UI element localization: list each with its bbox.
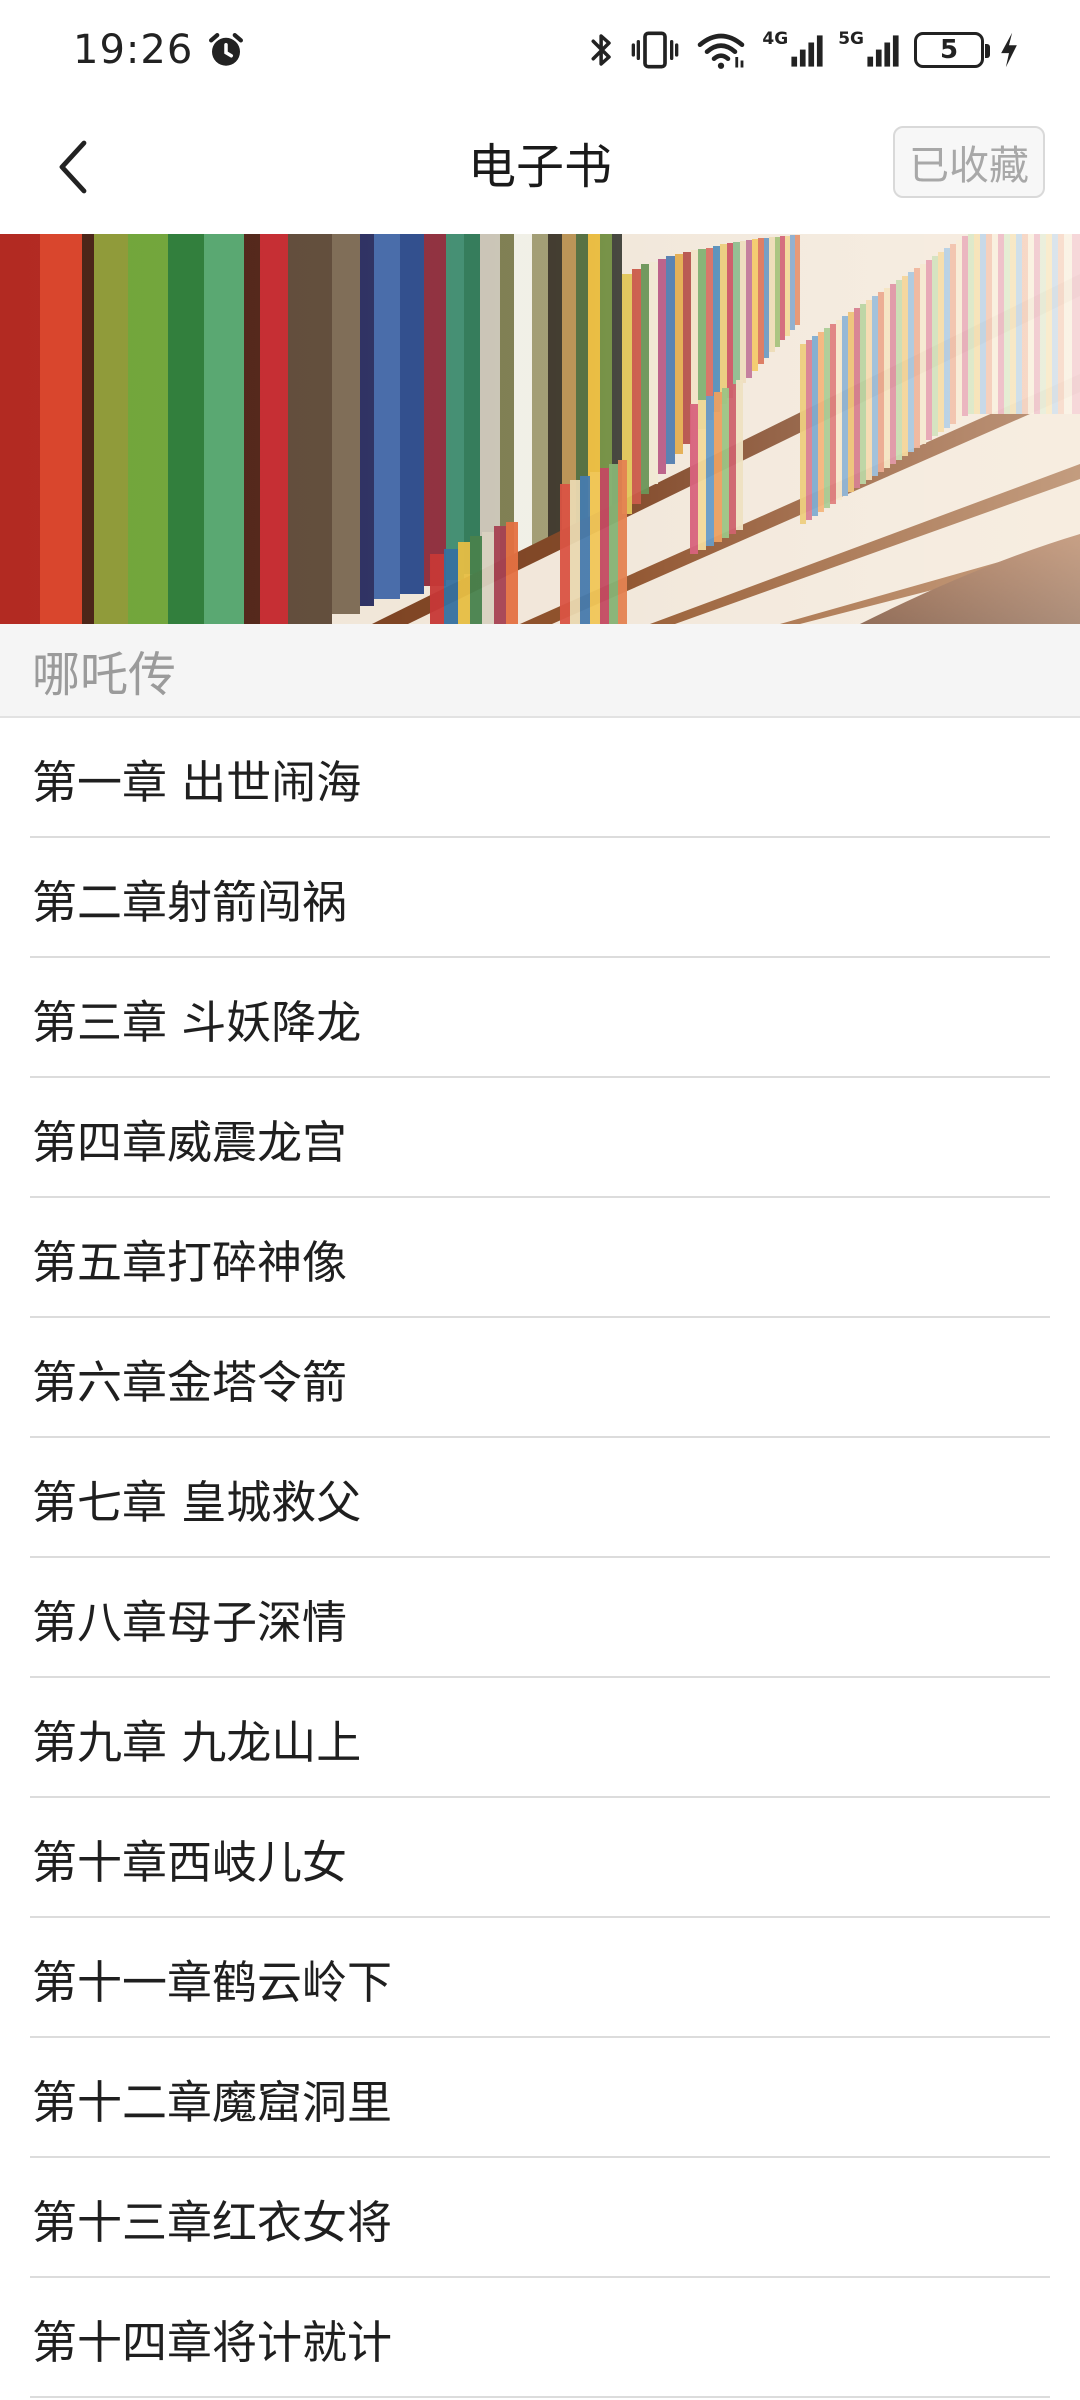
status-right: 4G 5G 5: [588, 29, 1020, 71]
signal-5g-label: 5G: [838, 29, 864, 49]
chapter-item[interactable]: 第十一章鹤云岭下: [0, 1918, 1080, 2038]
chapter-label: 第六章金塔令箭: [32, 1355, 348, 1409]
chapter-label: 第十一章鹤云岭下: [32, 1955, 393, 2009]
chapter-label: 第八章母子深情: [32, 1595, 348, 1649]
chapter-label: 第三章 斗妖降龙: [32, 995, 362, 1049]
alarm-clock-icon: [209, 33, 244, 66]
collected-button[interactable]: 已收藏: [893, 126, 1045, 198]
chapter-label: 第十二章魔窟洞里: [32, 2075, 393, 2129]
signal-bars-5g: [867, 35, 899, 67]
chapter-item[interactable]: 第六章金塔令箭: [0, 1318, 1080, 1438]
signal-5g-icon: 5G: [838, 29, 900, 71]
chapter-item[interactable]: 第七章 皇城救父: [0, 1438, 1080, 1558]
chapter-item[interactable]: 第八章母子深情: [0, 1558, 1080, 1678]
chapter-item[interactable]: 第一章 出世闹海: [0, 718, 1080, 838]
ebook-screen: 19:26 4G 5G 5 电子书 已收藏 哪吒传 第一章 出世闹海 第二章射箭…: [0, 0, 1080, 2400]
chapter-label: 第十三章红衣女将: [32, 2195, 393, 2249]
chapter-label: 第九章 九龙山上: [32, 1715, 362, 1769]
chapter-item[interactable]: 第三章 斗妖降龙: [0, 958, 1080, 1078]
wifi-icon: [698, 33, 745, 69]
book-title-section: 哪吒传: [0, 624, 1080, 718]
chapter-item[interactable]: 第四章威震龙宫: [0, 1078, 1080, 1198]
signal-bars-4g: [791, 35, 823, 67]
chevron-left-icon: [59, 140, 87, 194]
back-button[interactable]: [30, 122, 120, 212]
chapter-item[interactable]: 第十三章红衣女将: [0, 2158, 1080, 2278]
chapter-item[interactable]: 第二章射箭闯祸: [0, 838, 1080, 958]
battery-icon: 5: [914, 32, 990, 68]
nav-bar: 电子书 已收藏: [0, 100, 1080, 234]
status-left: 19:26: [73, 27, 247, 73]
chapter-item[interactable]: 第五章打碎神像: [0, 1198, 1080, 1318]
chapter-list: 第一章 出世闹海 第二章射箭闯祸 第三章 斗妖降龙 第四章威震龙宫 第五章打碎神…: [0, 718, 1080, 2398]
battery-level: 5: [939, 35, 959, 65]
chapter-item[interactable]: 第十二章魔窟洞里: [0, 2038, 1080, 2158]
bluetooth-icon: [591, 34, 612, 66]
library-bookshelf-image: [0, 234, 1080, 624]
chapter-label: 第十四章将计就计: [32, 2315, 393, 2369]
chapter-label: 第四章威震龙宫: [32, 1115, 348, 1169]
status-time: 19:26: [73, 27, 194, 73]
chapter-item[interactable]: 第十章西岐儿女: [0, 1798, 1080, 1918]
chapter-label: 第一章 出世闹海: [32, 755, 362, 809]
status-bar: 19:26 4G 5G 5: [0, 0, 1080, 100]
chapter-item[interactable]: 第九章 九龙山上: [0, 1678, 1080, 1798]
chapter-label: 第十章西岐儿女: [32, 1835, 348, 1889]
chapter-item[interactable]: 第十四章将计就计: [0, 2278, 1080, 2398]
chapter-label: 第二章射箭闯祸: [32, 875, 348, 929]
signal-4g-icon: 4G: [762, 29, 824, 71]
book-title: 哪吒传: [32, 647, 177, 703]
chapter-label: 第五章打碎神像: [32, 1235, 348, 1289]
signal-4g-label: 4G: [762, 29, 789, 49]
bookshelf-illustration: [0, 234, 1080, 624]
vibrate-icon: [632, 31, 679, 69]
chapter-label: 第七章 皇城救父: [32, 1475, 362, 1529]
charging-icon: [1001, 32, 1017, 68]
